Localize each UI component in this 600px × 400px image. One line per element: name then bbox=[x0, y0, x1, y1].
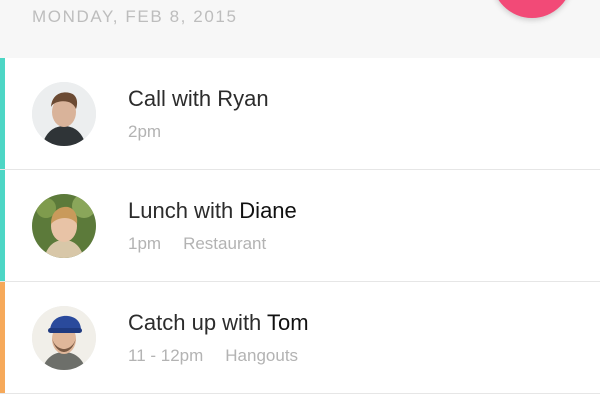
event-row-diane[interactable]: Lunch with Diane 1pm Restaurant bbox=[0, 170, 600, 282]
avatar-tom bbox=[32, 306, 96, 370]
event-time: 11 - 12pm bbox=[128, 346, 204, 365]
event-title: Call with Ryan bbox=[128, 86, 269, 111]
event-list: Call with Ryan 2pm Lunch with Diane 1pm R… bbox=[0, 58, 600, 400]
event-location: Restaurant bbox=[183, 234, 267, 253]
event-location: Hangouts bbox=[225, 346, 299, 365]
event-time: 2pm bbox=[128, 122, 162, 141]
event-row-tom[interactable]: Catch up with Tom 11 - 12pm Hangouts bbox=[0, 282, 600, 394]
event-accent-bar bbox=[0, 282, 5, 393]
date-label: MONDAY, FEB 8, 2015 bbox=[32, 7, 238, 26]
event-meta: 1pm Restaurant bbox=[128, 234, 266, 254]
event-meta: 11 - 12pm Hangouts bbox=[128, 346, 298, 366]
event-time: 1pm bbox=[128, 234, 162, 253]
event-accent-bar bbox=[0, 170, 5, 281]
event-title: Lunch with Diane bbox=[128, 198, 297, 223]
avatar-ryan bbox=[32, 82, 96, 146]
date-header: MONDAY, FEB 8, 2015 bbox=[0, 0, 600, 58]
event-meta: 2pm bbox=[128, 122, 161, 142]
event-accent-bar bbox=[0, 58, 5, 169]
add-event-button[interactable] bbox=[492, 0, 572, 18]
avatar-diane bbox=[32, 194, 96, 258]
event-row-ryan[interactable]: Call with Ryan 2pm bbox=[0, 58, 600, 170]
event-title: Catch up with Tom bbox=[128, 310, 309, 335]
